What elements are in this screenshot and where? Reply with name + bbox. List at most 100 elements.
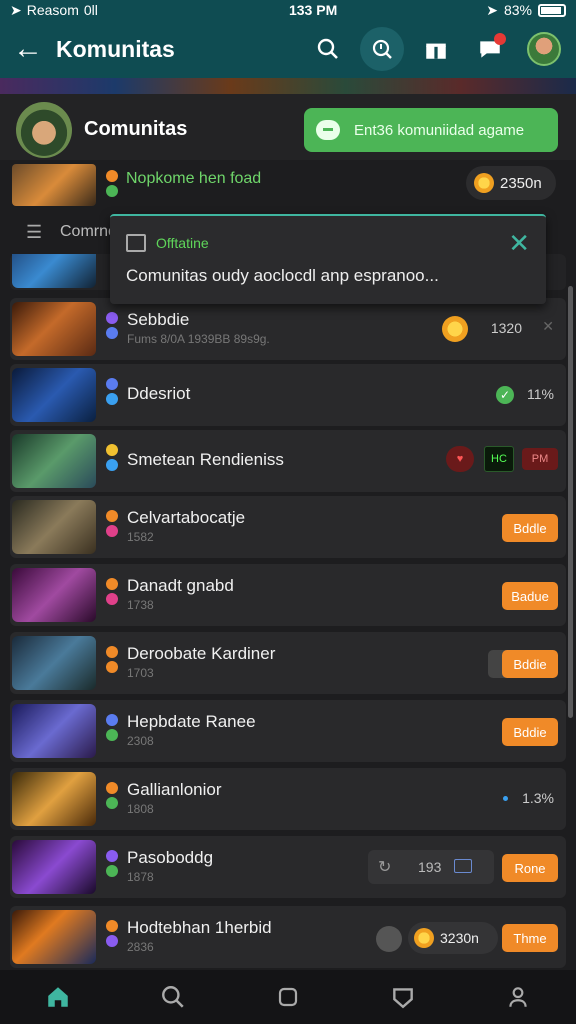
close-icon[interactable]: ✕: [508, 228, 530, 259]
thumbnail: [12, 434, 96, 488]
notification-badge: [494, 33, 506, 45]
shield-icon[interactable]: [373, 970, 433, 1024]
item-name: Danadt gnabd: [127, 576, 234, 595]
item-value: 1.3%: [522, 790, 554, 806]
community-list: Sebbdie Fums 8/0A 1939BB 89s9g. 1320 ✕ D…: [0, 254, 576, 970]
heart-icon[interactable]: ♥: [446, 446, 474, 472]
profile-icon[interactable]: [488, 970, 548, 1024]
action-button[interactable]: Bddie: [502, 718, 558, 746]
action-button[interactable]: Bddle: [502, 514, 558, 542]
thumbnail: [12, 910, 96, 964]
home-icon[interactable]: [28, 970, 88, 1024]
carrier-text: Reasom: [26, 2, 79, 18]
dot: [106, 593, 118, 605]
dot: [106, 525, 118, 537]
dot: [106, 578, 118, 590]
status-dots: [106, 510, 120, 540]
list-item[interactable]: Celvartabocatje 1582 Bddle: [10, 496, 566, 558]
square-icon[interactable]: [258, 970, 318, 1024]
item-name: Sebbdie: [127, 310, 190, 329]
item-sub: 1703: [127, 666, 154, 680]
coin-icon: [474, 173, 494, 193]
dot: [106, 920, 118, 932]
search-history-icon[interactable]: [360, 27, 404, 71]
item-value: 3230n: [440, 930, 479, 946]
item-name: Smetean Rendieniss: [127, 450, 284, 469]
toast-title: Offtatine: [156, 235, 209, 251]
item-name: Hepbdate Ranee: [127, 712, 256, 731]
filter-label[interactable]: Comrno: [60, 223, 117, 241]
dot: [106, 729, 118, 741]
status-dots: [106, 646, 120, 676]
badge-tag: PM: [522, 448, 558, 470]
toggle-icon[interactable]: [376, 926, 402, 952]
avatar[interactable]: [522, 27, 566, 71]
thumbnail: [12, 840, 96, 894]
gift-icon[interactable]: [414, 27, 458, 71]
featured-name: Nopkome hen foad: [126, 170, 262, 187]
dot: [106, 510, 118, 522]
list-item[interactable]: Deroobate Kardiner 1703 Bddie: [10, 632, 566, 694]
thumbnail: [12, 500, 96, 554]
dot: [106, 850, 118, 862]
item-name: Hodtebhan 1herbid: [127, 918, 272, 937]
check-icon: ✓: [496, 386, 514, 404]
dot: [106, 327, 118, 339]
list-item[interactable]: Hepbdate Ranee 2308 Bddie: [10, 700, 566, 762]
chat-icon[interactable]: [468, 27, 512, 71]
list-item[interactable]: Smetean Rendieniss ♥ HC PM: [10, 430, 566, 492]
item-name: Gallianlonior: [127, 780, 222, 799]
list-item[interactable]: Sebbdie Fums 8/0A 1939BB 89s9g. 1320 ✕: [10, 298, 566, 360]
action-button[interactable]: Thme: [502, 924, 558, 952]
list-item[interactable]: Danadt gnabd 1738 Badue: [10, 564, 566, 626]
list-item[interactable]: Pasoboddg 1878 ↻ 193 Rone: [10, 836, 566, 898]
dot: [106, 444, 118, 456]
avatar-image: [527, 32, 561, 66]
coin-balance[interactable]: 2350n: [466, 166, 556, 200]
list-item[interactable]: Hodtebhan 1herbid 2836 3230n Thme: [10, 906, 566, 968]
menu-icon[interactable]: ☰: [26, 222, 42, 243]
dot: [106, 782, 118, 794]
search-icon[interactable]: [143, 970, 203, 1024]
status-dots: [106, 444, 120, 474]
app-bar: ← Komunitas: [0, 20, 576, 78]
dot: [106, 714, 118, 726]
status-bar: ➤ Reasom 0ll 133 PM ➤ 83%: [0, 0, 576, 20]
item-value: 1320: [490, 320, 522, 336]
item-sub: 1738: [127, 598, 154, 612]
status-dots: [106, 578, 120, 608]
join-community-button[interactable]: Ent36 komuniidad agame: [304, 108, 558, 152]
thumbnail: [12, 568, 96, 622]
coin-icon: [442, 316, 468, 342]
chat-bubble-icon: [316, 120, 340, 140]
join-label: Ent36 komuniidad agame: [354, 121, 525, 139]
app-root: ➤ Reasom 0ll 133 PM ➤ 83% ← Komunitas Co…: [0, 0, 576, 1024]
search-icon[interactable]: [306, 27, 350, 71]
dot: [106, 646, 118, 658]
featured-row[interactable]: Nopkome hen foad 2350n: [0, 160, 576, 210]
navigation-icon: ➤: [486, 1, 498, 18]
dot: [106, 170, 118, 182]
thumbnail: [12, 254, 96, 288]
community-avatar: [16, 102, 72, 158]
location-icon: ➤: [10, 1, 22, 18]
dot: [106, 185, 118, 197]
action-button[interactable]: Rone: [502, 854, 558, 882]
status-dots: [106, 920, 120, 950]
status-dots: [106, 850, 120, 880]
item-sub: 1582: [127, 530, 154, 544]
scrollbar[interactable]: [568, 286, 573, 718]
back-arrow-icon[interactable]: ←: [0, 20, 56, 78]
community-header: Comunitas Ent36 komuniidad agame: [0, 94, 576, 164]
list-item[interactable]: Gallianlonior 1808 1.3%: [10, 768, 566, 830]
bottom-nav: [0, 970, 576, 1024]
banner-strip: [0, 78, 576, 94]
thumbnail: [12, 368, 96, 422]
signal-text: 0ll: [83, 2, 98, 18]
edit-icon: [126, 234, 146, 252]
action-button[interactable]: Badue: [502, 582, 558, 610]
list-item[interactable]: Ddesriot ✓ 11%: [10, 364, 566, 426]
battery-percent: 83%: [503, 2, 532, 18]
dismiss-icon[interactable]: ✕: [542, 318, 554, 335]
action-button[interactable]: Bddie: [502, 650, 558, 678]
